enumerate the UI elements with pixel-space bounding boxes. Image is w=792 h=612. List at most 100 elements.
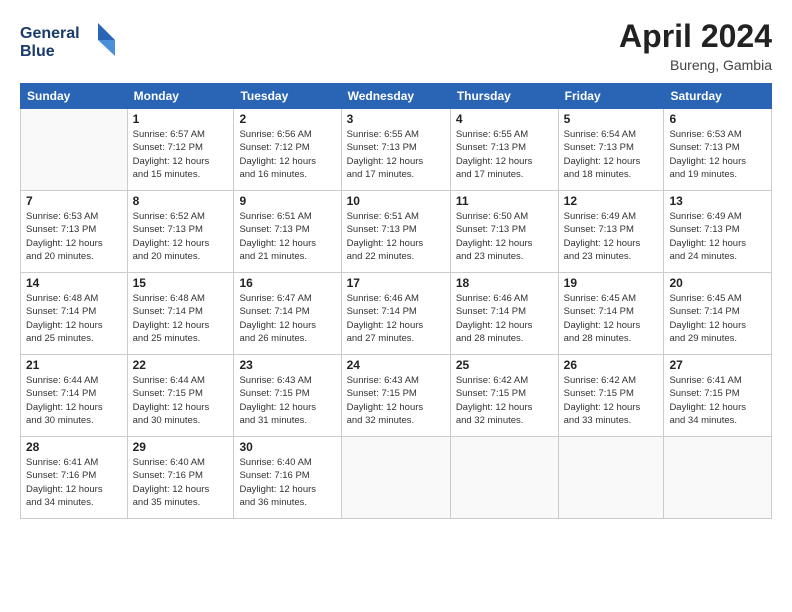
day-cell [558, 437, 664, 519]
day-info: Sunrise: 6:49 AM Sunset: 7:13 PM Dayligh… [564, 210, 659, 263]
day-number: 11 [456, 194, 553, 208]
day-header-wednesday: Wednesday [341, 84, 450, 109]
day-header-friday: Friday [558, 84, 664, 109]
day-info: Sunrise: 6:52 AM Sunset: 7:13 PM Dayligh… [133, 210, 229, 263]
day-info: Sunrise: 6:48 AM Sunset: 7:14 PM Dayligh… [133, 292, 229, 345]
day-number: 9 [239, 194, 335, 208]
day-info: Sunrise: 6:51 AM Sunset: 7:13 PM Dayligh… [239, 210, 335, 263]
day-info: Sunrise: 6:50 AM Sunset: 7:13 PM Dayligh… [456, 210, 553, 263]
day-info: Sunrise: 6:42 AM Sunset: 7:15 PM Dayligh… [456, 374, 553, 427]
day-cell [341, 437, 450, 519]
day-info: Sunrise: 6:40 AM Sunset: 7:16 PM Dayligh… [133, 456, 229, 509]
day-info: Sunrise: 6:53 AM Sunset: 7:13 PM Dayligh… [669, 128, 766, 181]
svg-text:General: General [20, 25, 80, 42]
day-cell: 5 Sunrise: 6:54 AM Sunset: 7:13 PM Daylig… [558, 109, 664, 191]
day-number: 29 [133, 440, 229, 454]
day-number: 10 [347, 194, 445, 208]
day-number: 18 [456, 276, 553, 290]
day-info: Sunrise: 6:44 AM Sunset: 7:14 PM Dayligh… [26, 374, 122, 427]
day-info: Sunrise: 6:43 AM Sunset: 7:15 PM Dayligh… [239, 374, 335, 427]
title-block: April 2024 Bureng, Gambia [619, 18, 772, 73]
day-cell: 3Sunrise: 6:55 AM Sunset: 7:13 PM Daylig… [341, 109, 450, 191]
day-number: 17 [347, 276, 445, 290]
day-cell: 2 Sunrise: 6:56 AM Sunset: 7:12 PM Daylig… [234, 109, 341, 191]
week-row-5: 28 Sunrise: 6:41 AM Sunset: 7:16 PM Dayli… [21, 437, 772, 519]
day-cell: 18 Sunrise: 6:46 AM Sunset: 7:14 PM Dayli… [450, 273, 558, 355]
day-cell: 17 Sunrise: 6:46 AM Sunset: 7:14 PM Dayli… [341, 273, 450, 355]
week-row-4: 21 Sunrise: 6:44 AM Sunset: 7:14 PM Dayli… [21, 355, 772, 437]
day-number: 22 [133, 358, 229, 372]
day-info: Sunrise: 6:46 AM Sunset: 7:14 PM Dayligh… [456, 292, 553, 345]
day-number: 12 [564, 194, 659, 208]
day-number: 28 [26, 440, 122, 454]
day-number: 24 [347, 358, 445, 372]
day-cell: 6 Sunrise: 6:53 AM Sunset: 7:13 PM Daylig… [664, 109, 772, 191]
day-header-sunday: Sunday [21, 84, 128, 109]
logo-svg: General Blue [20, 18, 115, 66]
day-info: Sunrise: 6:41 AM Sunset: 7:15 PM Dayligh… [669, 374, 766, 427]
day-number: 27 [669, 358, 766, 372]
day-info: Sunrise: 6:51 AM Sunset: 7:13 PM Dayligh… [347, 210, 445, 263]
day-info: Sunrise: 6:45 AM Sunset: 7:14 PM Dayligh… [564, 292, 659, 345]
day-cell: 25 Sunrise: 6:42 AM Sunset: 7:15 PM Dayli… [450, 355, 558, 437]
day-cell: 26Sunrise: 6:42 AM Sunset: 7:15 PM Dayli… [558, 355, 664, 437]
day-cell: 21 Sunrise: 6:44 AM Sunset: 7:14 PM Dayli… [21, 355, 128, 437]
day-number: 1 [133, 112, 229, 126]
day-number: 5 [564, 112, 659, 126]
day-info: Sunrise: 6:47 AM Sunset: 7:14 PM Dayligh… [239, 292, 335, 345]
day-info: Sunrise: 6:42 AM Sunset: 7:15 PM Dayligh… [564, 374, 659, 427]
day-number: 20 [669, 276, 766, 290]
day-number: 25 [456, 358, 553, 372]
svg-text:Blue: Blue [20, 43, 55, 60]
day-number: 21 [26, 358, 122, 372]
day-cell: 14 Sunrise: 6:48 AM Sunset: 7:14 PM Dayli… [21, 273, 128, 355]
day-info: Sunrise: 6:56 AM Sunset: 7:12 PM Dayligh… [239, 128, 335, 181]
day-cell: 24 Sunrise: 6:43 AM Sunset: 7:15 PM Dayli… [341, 355, 450, 437]
day-cell: 29 Sunrise: 6:40 AM Sunset: 7:16 PM Dayli… [127, 437, 234, 519]
day-info: Sunrise: 6:40 AM Sunset: 7:16 PM Dayligh… [239, 456, 335, 509]
day-info: Sunrise: 6:44 AM Sunset: 7:15 PM Dayligh… [133, 374, 229, 427]
day-cell: 9 Sunrise: 6:51 AM Sunset: 7:13 PM Daylig… [234, 191, 341, 273]
logo-text-block: General Blue [20, 18, 115, 71]
location: Bureng, Gambia [619, 57, 772, 73]
day-number: 2 [239, 112, 335, 126]
day-cell: 13 Sunrise: 6:49 AM Sunset: 7:13 PM Dayli… [664, 191, 772, 273]
week-row-2: 7Sunrise: 6:53 AM Sunset: 7:13 PM Daylig… [21, 191, 772, 273]
day-cell: 28 Sunrise: 6:41 AM Sunset: 7:16 PM Dayli… [21, 437, 128, 519]
week-row-1: 1Sunrise: 6:57 AM Sunset: 7:12 PM Daylig… [21, 109, 772, 191]
day-cell: 1Sunrise: 6:57 AM Sunset: 7:12 PM Daylig… [127, 109, 234, 191]
day-cell: 12 Sunrise: 6:49 AM Sunset: 7:13 PM Dayli… [558, 191, 664, 273]
day-info: Sunrise: 6:54 AM Sunset: 7:13 PM Dayligh… [564, 128, 659, 181]
day-header-tuesday: Tuesday [234, 84, 341, 109]
day-info: Sunrise: 6:55 AM Sunset: 7:13 PM Dayligh… [456, 128, 553, 181]
day-number: 30 [239, 440, 335, 454]
day-number: 6 [669, 112, 766, 126]
header-row: SundayMondayTuesdayWednesdayThursdayFrid… [21, 84, 772, 109]
week-row-3: 14 Sunrise: 6:48 AM Sunset: 7:14 PM Dayli… [21, 273, 772, 355]
day-header-thursday: Thursday [450, 84, 558, 109]
day-number: 15 [133, 276, 229, 290]
day-number: 13 [669, 194, 766, 208]
day-cell: 8Sunrise: 6:52 AM Sunset: 7:13 PM Daylig… [127, 191, 234, 273]
day-cell [21, 109, 128, 191]
day-cell: 20Sunrise: 6:45 AM Sunset: 7:14 PM Dayli… [664, 273, 772, 355]
day-number: 16 [239, 276, 335, 290]
day-cell: 10 Sunrise: 6:51 AM Sunset: 7:13 PM Dayli… [341, 191, 450, 273]
day-info: Sunrise: 6:46 AM Sunset: 7:14 PM Dayligh… [347, 292, 445, 345]
day-number: 3 [347, 112, 445, 126]
day-info: Sunrise: 6:41 AM Sunset: 7:16 PM Dayligh… [26, 456, 122, 509]
day-info: Sunrise: 6:43 AM Sunset: 7:15 PM Dayligh… [347, 374, 445, 427]
day-cell: 22 Sunrise: 6:44 AM Sunset: 7:15 PM Dayli… [127, 355, 234, 437]
day-info: Sunrise: 6:49 AM Sunset: 7:13 PM Dayligh… [669, 210, 766, 263]
day-info: Sunrise: 6:48 AM Sunset: 7:14 PM Dayligh… [26, 292, 122, 345]
day-number: 7 [26, 194, 122, 208]
day-cell: 23Sunrise: 6:43 AM Sunset: 7:15 PM Dayli… [234, 355, 341, 437]
day-cell: 4Sunrise: 6:55 AM Sunset: 7:13 PM Daylig… [450, 109, 558, 191]
day-cell: 27 Sunrise: 6:41 AM Sunset: 7:15 PM Dayli… [664, 355, 772, 437]
day-cell: 19Sunrise: 6:45 AM Sunset: 7:14 PM Dayli… [558, 273, 664, 355]
day-cell: 30 Sunrise: 6:40 AM Sunset: 7:16 PM Dayli… [234, 437, 341, 519]
logo: General Blue [20, 18, 115, 71]
day-header-monday: Monday [127, 84, 234, 109]
day-number: 14 [26, 276, 122, 290]
day-cell: 7Sunrise: 6:53 AM Sunset: 7:13 PM Daylig… [21, 191, 128, 273]
